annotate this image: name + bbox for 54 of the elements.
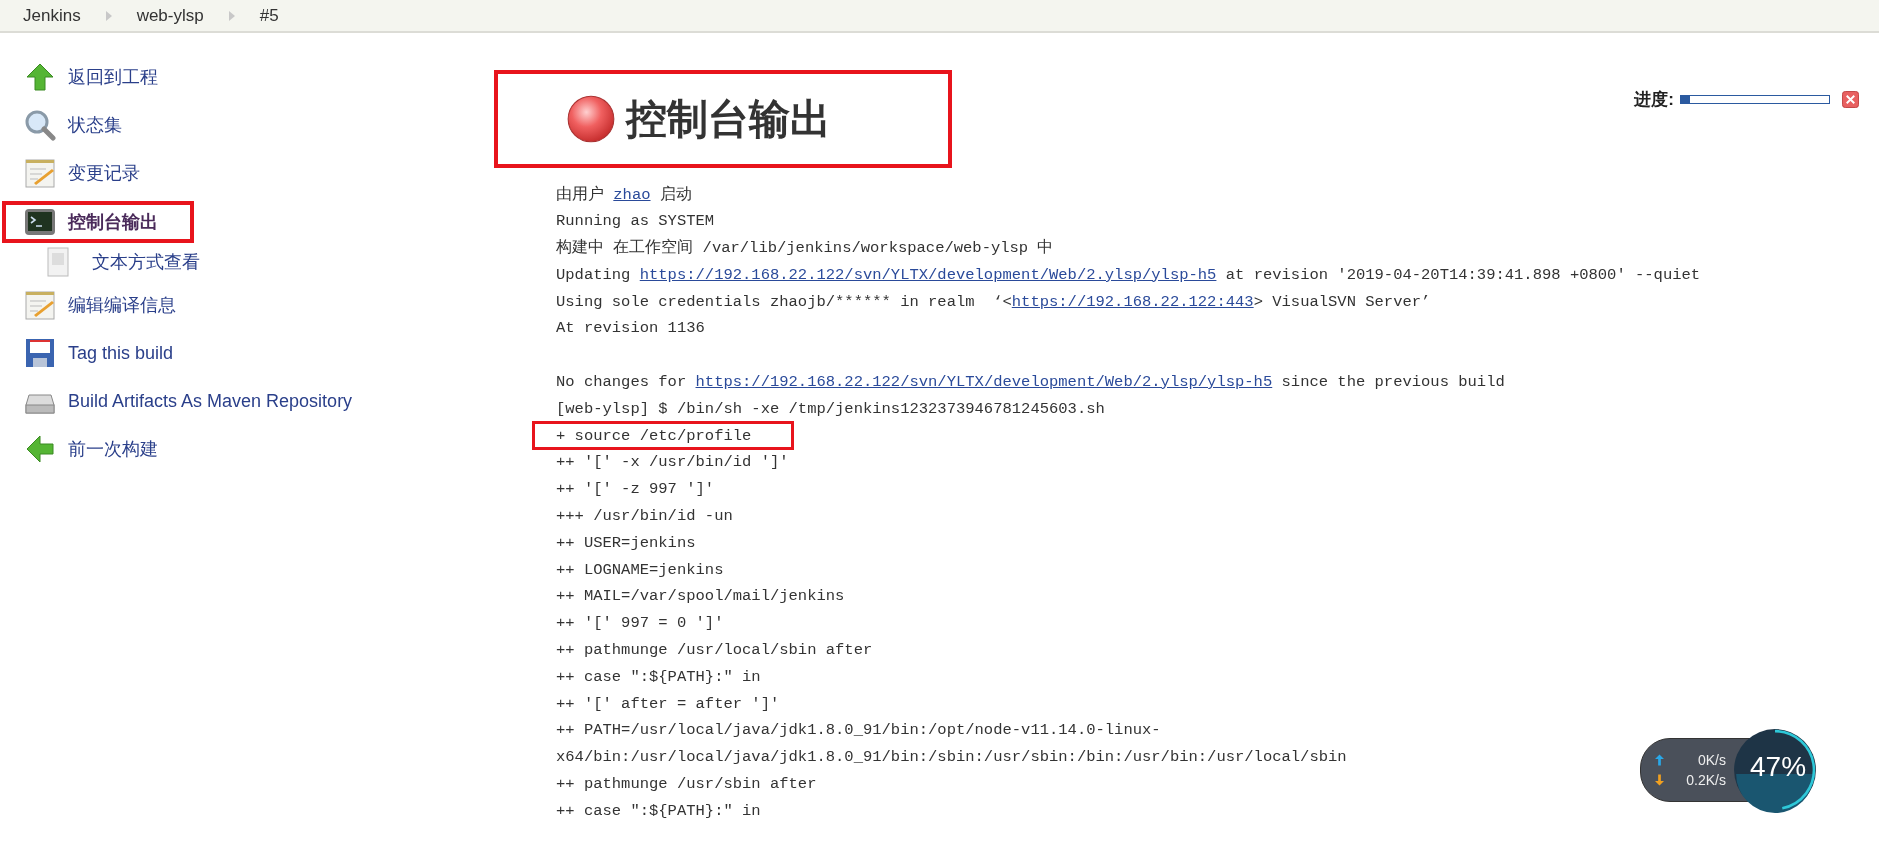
console-line: + source /etc/profile — [556, 426, 752, 445]
console-line: ++ '[' -z 997 ']' — [556, 480, 715, 499]
console-line: +++ /usr/bin/id -un — [556, 506, 733, 525]
console-line: x64/bin:/usr/local/java/jdk1.8.0_91/bin:/sbin:/usr/sbin:/bin:/usr/bin:/usr/local/sbin — [556, 748, 1347, 767]
console-line: 由用户 zhao 启动 — [556, 184, 692, 205]
sidebar-item[interactable]: 状态集 — [0, 101, 162, 149]
up-arrow-icon — [24, 61, 56, 93]
sidebar-item[interactable]: 变更记录 — [0, 149, 180, 197]
sidebar-item[interactable]: Tag this build — [0, 329, 214, 377]
console-line: ++ case ":${PATH}:" in — [556, 801, 761, 820]
console-line: ++ USER=jenkins — [556, 533, 696, 552]
notepad-pencil-icon — [24, 289, 56, 321]
console-link[interactable]: https://192.168.22.122/svn/YLTX/development/Web/2.ylsp/ylsp-h5 — [639, 265, 1217, 284]
console-line: Running as SYSTEM — [556, 212, 715, 231]
console-line: At revision 1136 — [556, 319, 705, 338]
console-link[interactable]: https://192.168.22.122:443 — [1011, 292, 1254, 311]
sidebar-item[interactable]: 前一次构建 — [0, 425, 198, 473]
progress-label: 进度: — [1634, 89, 1674, 111]
close-icon[interactable] — [1842, 91, 1859, 108]
console-line: 构建中 在工作空间 /var/lib/jenkins/workspace/web-ylsp 中 — [556, 237, 1054, 259]
console-link[interactable]: zhao — [613, 185, 651, 204]
notepad-pencil-icon — [24, 157, 56, 189]
console-line: ++ LOGNAME=jenkins — [556, 560, 724, 579]
usage-percent: 47% — [1750, 751, 1807, 783]
left-arrow-icon — [24, 433, 56, 465]
breadcrumb-link[interactable]: Jenkins — [23, 5, 81, 26]
console-line: ++ '[' 997 = 0 ']' — [556, 614, 724, 633]
console-line: Updating https://192.168.22.122/svn/YLTX/development/Web/2.ylsp/ylsp-h5 at revision '2019-04-20T14:39:41.898 +0800' --quiet — [556, 265, 1701, 284]
console-line: ++ pathmunge /usr/local/sbin after — [556, 640, 873, 659]
console-line: ++ PATH=/usr/local/java/jdk1.8.0_91/bin:/opt/node-v11.14.0-linux- — [556, 721, 1161, 740]
breadcrumb-link[interactable]: web-ylsp — [136, 5, 204, 26]
status-ball-icon — [566, 94, 616, 144]
chevron-icon — [104, 9, 113, 22]
sidebar-item[interactable]: Build Artifacts As Maven Repository — [0, 377, 393, 425]
sidebar-item[interactable]: 返回到工程 — [0, 53, 198, 101]
console-line: ++ '[' after = after ']' — [556, 694, 780, 713]
console-line: ++ MAIL=/var/spool/mail/jenkins — [556, 587, 845, 606]
console-line: [web-ylsp] $ /bin/sh -xe /tmp/jenkins1232373946781245603.sh — [556, 399, 1105, 418]
upload-speed: 0K/s — [1697, 752, 1726, 768]
console-link[interactable]: https://192.168.22.122/svn/YLTX/development/Web/2.ylsp/ylsp-h5 — [695, 372, 1273, 391]
console-line: Using sole credentials zhaojb/****** in realm ‘<https://192.168.22.122:443> VisualSVN Server’ — [556, 292, 1431, 311]
breadcrumb-link[interactable]: #5 — [259, 5, 279, 26]
console-line: No changes for https://192.168.22.122/svn/YLTX/development/Web/2.ylsp/ylsp-h5 since the previous build — [556, 372, 1505, 391]
download-speed: 0.2K/s — [1685, 772, 1726, 788]
console-line: ++ '[' -x /usr/bin/id ']' — [556, 453, 789, 472]
download-arrow-icon — [1655, 774, 1664, 786]
console-line: ++ pathmunge /usr/sbin after — [556, 774, 817, 793]
sidebar-item[interactable]: 编辑编译信息 — [0, 281, 216, 329]
search-icon — [24, 109, 56, 141]
page-title: 控制台输出 — [626, 94, 831, 144]
upload-arrow-icon — [1655, 754, 1664, 766]
terminal-icon — [24, 206, 56, 238]
chevron-icon — [227, 9, 236, 22]
console-line: ++ case ":${PATH}:" in — [556, 667, 761, 686]
